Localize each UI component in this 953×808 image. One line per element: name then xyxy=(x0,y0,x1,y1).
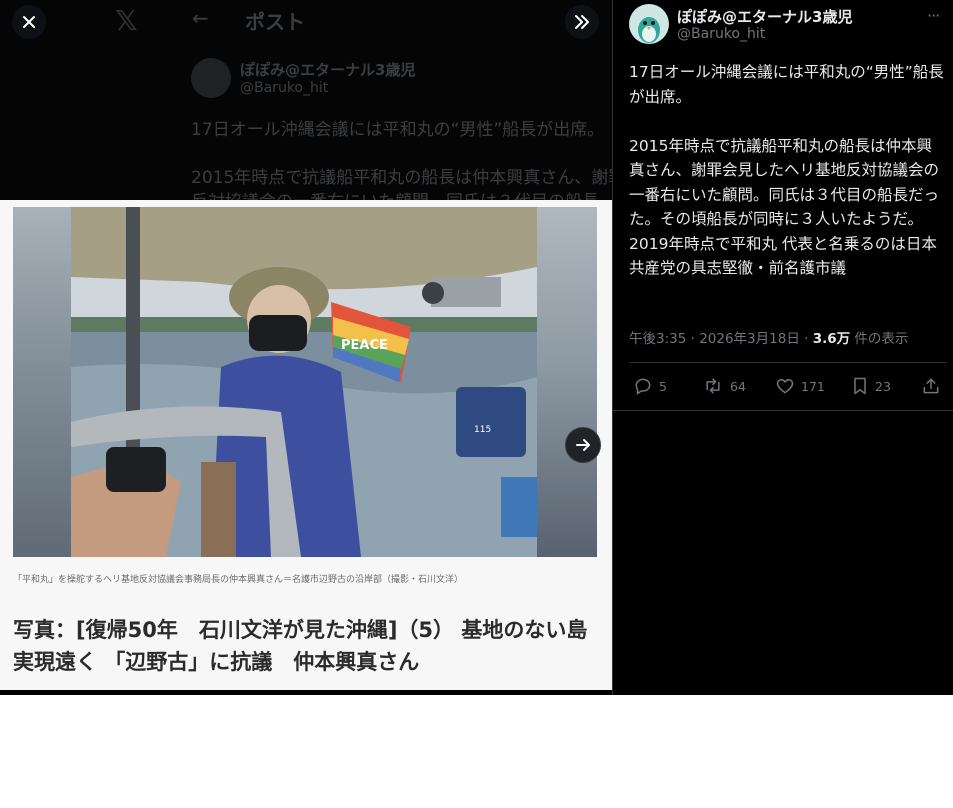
dimmed-text-line: 2015年時点で抗議船平和丸の船長は仲本興真さん、謝罪 xyxy=(191,168,612,188)
next-media-button[interactable] xyxy=(565,427,601,463)
dimmed-post-background: 𝕏 ← ポスト ぽぽみ@エターナル3歳児 @Baruko_hit 17日オール沖… xyxy=(0,0,612,200)
like-button[interactable]: 171 xyxy=(775,372,825,400)
boat-captain-photo: PEACE 115 xyxy=(71,207,537,557)
x-logo-icon: 𝕏 xyxy=(115,4,138,37)
bird-avatar-icon xyxy=(638,17,660,43)
article-card: PEACE 115 「平和丸」を操舵するヘリ基地反対協議会事務局長の仲本興真さん… xyxy=(0,200,612,690)
divider xyxy=(629,362,947,363)
media-viewer: 𝕏 ← ポスト ぽぽみ@エターナル3歳児 @Baruko_hit 17日オール沖… xyxy=(0,0,612,695)
flag-text: PEACE xyxy=(341,338,388,353)
arrow-right-icon xyxy=(576,439,590,451)
reply-button[interactable]: 5 xyxy=(633,372,667,400)
back-arrow-icon: ← xyxy=(192,6,209,30)
engine-label: 115 xyxy=(474,425,491,435)
dimmed-handle: @Baruko_hit xyxy=(240,80,329,96)
retweet-button[interactable]: 64 xyxy=(702,372,746,400)
bookmark-button[interactable]: 23 xyxy=(851,372,891,400)
tweet-actions: 5 64 171 23 xyxy=(629,372,949,400)
view-count: 3.6万 xyxy=(812,331,851,347)
tweet-text: 17日オール沖縄会議には平和丸の“男性”船長が出席。 2015年時点で抗議船平和… xyxy=(629,63,944,277)
share-icon xyxy=(923,378,939,394)
retweet-icon xyxy=(706,378,720,394)
dimmed-display-name: ぽぽみ@エターナル3歳児 xyxy=(240,61,416,79)
dimmed-page-title: ポスト xyxy=(245,10,305,34)
dimmed-text-line: 17日オール沖縄会議には平和丸の“男性”船長が出席。 xyxy=(191,120,605,140)
bookmark-count: 23 xyxy=(875,378,891,394)
expand-panel-button[interactable] xyxy=(565,5,599,39)
display-name[interactable]: ぽぽみ@エターナル3歳児 xyxy=(677,6,852,27)
user-handle[interactable]: @Baruko_hit xyxy=(677,26,765,42)
view-count-suffix: 件の表示 xyxy=(850,331,909,347)
article-title: 写真：[復帰50年 石川文洋が見た沖縄]（5） 基地のない島実現遠く 「辺野古」… xyxy=(13,618,588,674)
heart-icon xyxy=(776,378,794,394)
previous-photo-peek[interactable] xyxy=(13,207,71,557)
photo-carousel: PEACE 115 xyxy=(13,207,597,557)
like-count: 171 xyxy=(801,378,825,394)
close-button[interactable] xyxy=(12,5,46,39)
close-icon xyxy=(23,16,35,28)
reply-icon xyxy=(635,378,651,395)
dimmed-text-line: 反対協議会の一番右にいた顧問。同氏は３代目の船長 xyxy=(191,187,599,200)
avatar[interactable] xyxy=(629,4,669,44)
more-options-button[interactable]: ··· xyxy=(927,6,940,25)
share-button[interactable] xyxy=(921,372,947,400)
double-chevron-right-icon xyxy=(575,15,589,29)
photo-caption: 「平和丸」を操舵するヘリ基地反対協議会事務局長の仲本興真さん＝名護市辺野古の沿岸… xyxy=(13,575,464,585)
reply-count: 5 xyxy=(659,378,667,394)
dimmed-avatar xyxy=(191,58,231,98)
next-photo-peek[interactable] xyxy=(537,207,597,557)
divider xyxy=(613,410,953,411)
tweet-timestamp[interactable]: 午後3:35 · 2026年3月18日 · xyxy=(629,331,813,347)
bookmark-icon xyxy=(854,377,866,395)
retweet-count: 64 xyxy=(730,378,746,394)
tweet-meta: 午後3:35 · 2026年3月18日 · 3.6万 件の表示 xyxy=(629,327,908,347)
tweet-panel: ぽぽみ@エターナル3歳児 @Baruko_hit ··· 17日オール沖縄会議に… xyxy=(612,0,953,695)
